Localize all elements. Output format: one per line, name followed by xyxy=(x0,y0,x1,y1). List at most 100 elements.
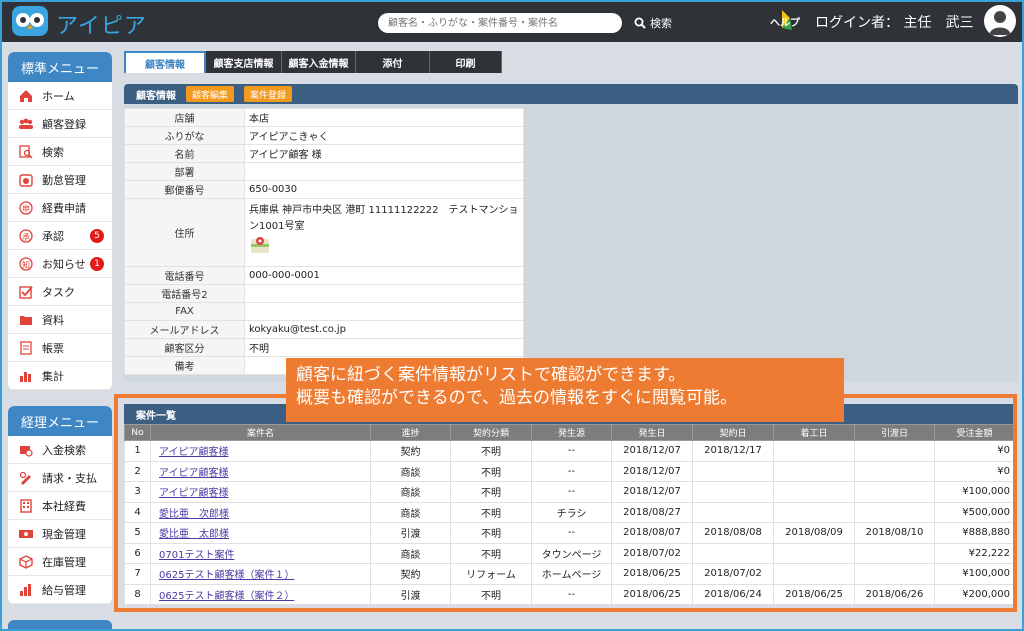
case-cell: -- xyxy=(531,440,612,462)
standard-menu-item-0[interactable]: ホーム xyxy=(8,82,112,110)
case-cell: タウンページ xyxy=(531,542,612,564)
info-row: 郵便番号 650-0030 xyxy=(124,180,524,199)
case-cell: ¥0 xyxy=(934,440,1015,462)
case-cell: 4 xyxy=(124,501,151,523)
report-icon xyxy=(18,340,34,356)
search-input[interactable] xyxy=(378,13,622,33)
folder-icon xyxy=(18,312,34,328)
user-name: 主任 武三 xyxy=(903,15,974,31)
case-name-link[interactable]: 0625テスト顧客様（案件２） xyxy=(150,583,371,605)
edit-customer-button[interactable]: 顧客編集 xyxy=(186,86,235,102)
standard-menu-item-5[interactable]: 承 承認 5 xyxy=(8,222,112,250)
svg-text:ヘルプ: ヘルプ xyxy=(770,16,801,29)
case-cell: 6 xyxy=(124,542,151,564)
logo-owl-icon[interactable] xyxy=(8,4,52,38)
standard-menu-item-label: 顧客登録 xyxy=(42,117,86,131)
svg-text:承: 承 xyxy=(22,232,30,241)
case-name-link[interactable]: 0701テスト案件 xyxy=(150,542,371,564)
standard-menu-item-3[interactable]: 勤怠管理 xyxy=(8,166,112,194)
customer-panel-title: 顧客情報 xyxy=(136,90,176,102)
case-cell: 7 xyxy=(124,563,151,585)
search-icon xyxy=(18,144,34,160)
standard-menu-title: 標準メニュー xyxy=(8,52,112,82)
case-cell: 不明 xyxy=(450,522,532,544)
case-name-link[interactable]: アイピア顧客様 xyxy=(150,460,371,482)
case-cell: 不明 xyxy=(450,460,532,482)
standard-menu-item-7[interactable]: タスク xyxy=(8,278,112,306)
tab-customer-info[interactable]: 顧客情報 xyxy=(124,51,206,73)
notice-icon: 知 xyxy=(18,256,34,272)
info-row: 店舗 本店 xyxy=(124,108,524,127)
tab-print[interactable]: 印刷 xyxy=(430,51,502,73)
case-column-header[interactable]: 発生日 xyxy=(611,424,693,441)
standard-menu-item-8[interactable]: 資料 xyxy=(8,306,112,334)
standard-menu-item-2[interactable]: 検索 xyxy=(8,138,112,166)
accounting-menu-item-3[interactable]: 現金管理 xyxy=(8,520,112,548)
user-avatar-icon[interactable] xyxy=(984,5,1016,37)
table-row: 8 0625テスト顧客様（案件２） 引渡 不明 -- 2018/06/25 2018/06/… xyxy=(124,583,1015,605)
case-cell: 8 xyxy=(124,583,151,605)
case-column-header[interactable]: 引渡日 xyxy=(854,424,935,441)
case-cell xyxy=(854,563,935,585)
next-menu-head xyxy=(8,620,112,631)
table-row: 4 愛比亜 次郎様 商談 不明 チラシ 2018/08/27 ¥500,000 xyxy=(124,501,1015,523)
case-column-header[interactable]: 発生源 xyxy=(531,424,612,441)
case-cell: 2018/08/08 xyxy=(692,522,774,544)
case-name-link[interactable]: アイピア顧客様 xyxy=(150,481,371,503)
case-cell xyxy=(854,542,935,564)
info-key: ふりがな xyxy=(124,126,245,145)
accounting-menu-item-4[interactable]: 在庫管理 xyxy=(8,548,112,576)
standard-menu-item-10[interactable]: 集計 xyxy=(8,362,112,390)
map-icon[interactable] xyxy=(249,234,519,259)
case-cell xyxy=(854,440,935,462)
tab-customer-branch[interactable]: 顧客支店情報 xyxy=(206,51,282,73)
info-key: 部署 xyxy=(124,162,245,181)
case-column-header[interactable]: No xyxy=(124,424,151,441)
case-cell: -- xyxy=(531,583,612,605)
search-button[interactable]: 検索 xyxy=(634,13,672,33)
accounting-menu-item-1[interactable]: 請求・支払 xyxy=(8,464,112,492)
info-key: 備考 xyxy=(124,356,245,375)
standard-menu-item-6[interactable]: 知 お知らせ 1 xyxy=(8,250,112,278)
accounting-menu-item-5[interactable]: 給与管理 xyxy=(8,576,112,604)
accounting-menu-item-0[interactable]: 入金検索 xyxy=(8,436,112,464)
standard-menu-item-4[interactable]: 申 経費申請 xyxy=(8,194,112,222)
accounting-menu-item-2[interactable]: 本社経費 xyxy=(8,492,112,520)
standard-menu-item-label: 帳票 xyxy=(42,341,64,355)
case-column-header[interactable]: 案件名 xyxy=(150,424,371,441)
accounting-menu-item-label: 給与管理 xyxy=(42,583,86,597)
count-badge: 5 xyxy=(90,229,104,243)
case-name-link[interactable]: 愛比亜 次郎様 xyxy=(150,501,371,523)
help-icon[interactable]: ヘルプ xyxy=(770,8,804,34)
case-column-header[interactable]: 進捗 xyxy=(370,424,451,441)
case-name-link[interactable]: 0625テスト顧客様（案件１） xyxy=(150,563,371,585)
case-cell: 商談 xyxy=(370,481,451,503)
case-column-header[interactable]: 受注金額 xyxy=(934,424,1015,441)
case-cell: リフォーム xyxy=(450,563,532,585)
info-row: 名前 アイピア顧客 様 xyxy=(124,144,524,163)
case-name-link[interactable]: 愛比亜 太郎様 xyxy=(150,522,371,544)
svg-text:申: 申 xyxy=(22,203,30,213)
callout-line-2: 概要も確認ができるので、過去の情報をすぐに閲覧可能。 xyxy=(296,387,737,408)
standard-menu-item-label: タスク xyxy=(42,285,75,299)
case-cell: 5 xyxy=(124,522,151,544)
case-column-header[interactable]: 契約日 xyxy=(692,424,774,441)
standard-menu-item-1[interactable]: 顧客登録 xyxy=(8,110,112,138)
task-icon xyxy=(18,284,34,300)
case-cell: チラシ xyxy=(531,501,612,523)
case-cell: 不明 xyxy=(450,583,532,605)
case-cell: ¥0 xyxy=(934,460,1015,482)
register-case-button[interactable]: 案件登録 xyxy=(244,86,293,102)
standard-menu-item-9[interactable]: 帳票 xyxy=(8,334,112,362)
case-cell xyxy=(773,501,855,523)
standard-menu-item-label: 承認 xyxy=(42,229,64,243)
info-row: 部署 xyxy=(124,162,524,181)
case-column-header[interactable]: 契約分類 xyxy=(450,424,532,441)
tab-customer-deposit[interactable]: 顧客入金情報 xyxy=(282,51,356,73)
chart-icon xyxy=(18,368,34,384)
case-name-link[interactable]: アイピア顧客様 xyxy=(150,440,371,462)
case-column-header[interactable]: 着工日 xyxy=(773,424,855,441)
tab-attachment[interactable]: 添付 xyxy=(356,51,430,73)
info-value: アイピア顧客 様 xyxy=(244,144,524,163)
case-cell: 2018/12/17 xyxy=(692,440,774,462)
